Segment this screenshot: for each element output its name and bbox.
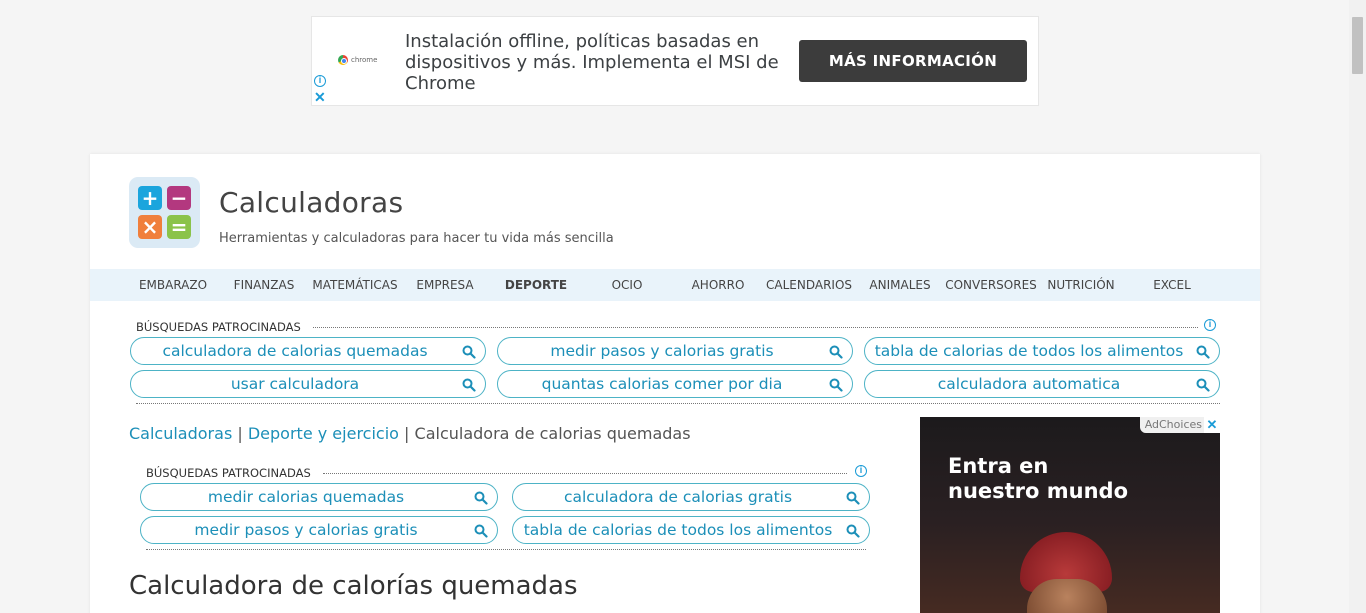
search-icon — [829, 378, 843, 392]
sponsored-search-pill[interactable]: medir calorias quemadas — [140, 483, 498, 511]
site-title[interactable]: Calculadoras — [219, 186, 403, 219]
pill-label: usar calculadora — [230, 375, 360, 393]
search-icon — [474, 491, 488, 505]
sponsored-heading: BÚSQUEDAS PATROCINADAS — [146, 466, 311, 480]
pill-label: calculadora automatica — [937, 375, 1121, 393]
nav-finanzas[interactable]: FINANZAS — [234, 269, 295, 301]
search-icon — [462, 345, 476, 359]
search-icon — [846, 524, 860, 538]
pill-label: tabla de calorias de todos los alimentos — [523, 521, 833, 539]
times-icon: × — [138, 215, 162, 239]
nav-animales[interactable]: ANIMALES — [869, 269, 930, 301]
sponsored-search-pill[interactable]: calculadora de calorias quemadas — [130, 337, 486, 365]
ad-close-icon[interactable]: ✕ — [1204, 417, 1220, 433]
breadcrumb: Calculadoras | Deporte y ejercicio | Cal… — [129, 424, 691, 443]
sponsored-bottom-divider — [136, 403, 1220, 404]
sponsored-search-pill[interactable]: medir pasos y calorias gratis — [497, 337, 853, 365]
ad-headline-line1: Entra en — [948, 454, 1049, 478]
adchoices-label[interactable]: AdChoices — [1139, 417, 1204, 433]
pill-label: tabla de calorias de todos los alimentos — [874, 342, 1184, 360]
sponsored-search-pill[interactable]: tabla de calorias de todos los alimentos — [864, 337, 1220, 365]
ad-image-face — [1027, 579, 1107, 613]
plus-icon: + — [138, 186, 162, 210]
pill-label: medir pasos y calorias gratis — [550, 342, 774, 360]
nav-ocio[interactable]: OCIO — [612, 269, 643, 301]
nav-nutricion[interactable]: NUTRICIÓN — [1047, 269, 1114, 301]
nav-matematicas[interactable]: MATEMÁTICAS — [312, 269, 397, 301]
sponsored-info-icon[interactable]: i — [855, 465, 867, 477]
ad-close-icon[interactable]: ✕ — [314, 90, 326, 104]
sponsored-divider — [323, 473, 847, 474]
chrome-logo: chrome — [338, 55, 377, 65]
pill-label: quantas calorias comer por dia — [541, 375, 783, 393]
sponsored-heading: BÚSQUEDAS PATROCINADAS — [136, 320, 301, 334]
pill-label: calculadora de calorias quemadas — [162, 342, 428, 360]
sponsored-search-pill[interactable]: usar calculadora — [130, 370, 486, 398]
pill-label: medir calorias quemadas — [207, 488, 405, 506]
breadcrumb-deporte[interactable]: Deporte y ejercicio — [248, 424, 399, 443]
minus-icon: − — [167, 186, 191, 210]
sponsored-search-pill[interactable]: quantas calorias comer por dia — [497, 370, 853, 398]
sponsored-divider — [313, 327, 1198, 328]
nav-calendarios[interactable]: CALENDARIOS — [766, 269, 852, 301]
ad-info-icon[interactable]: i — [314, 75, 326, 87]
top-banner-ad[interactable]: chrome Instalación offline, políticas ba… — [311, 16, 1039, 106]
breadcrumb-current: Calculadora de calorias quemadas — [414, 424, 691, 443]
sponsored-search-pill[interactable]: tabla de calorias de todos los alimentos — [512, 516, 870, 544]
sponsored-search-pill[interactable]: medir pasos y calorias gratis — [140, 516, 498, 544]
chrome-icon — [338, 55, 348, 65]
more-info-button[interactable]: MÁS INFORMACIÓN — [799, 40, 1027, 82]
ad-headline[interactable]: Entra en nuestro mundo — [948, 454, 1128, 504]
search-icon — [474, 524, 488, 538]
pill-label: medir pasos y calorias gratis — [194, 521, 418, 539]
site-subtitle: Herramientas y calculadoras para hacer t… — [219, 231, 614, 246]
main-nav: EMBARAZO FINANZAS MATEMÁTICAS EMPRESA DE… — [90, 269, 1260, 301]
main-content-card: + − × = Calculadoras Herramientas y calc… — [90, 154, 1260, 613]
site-logo[interactable]: + − × = — [129, 177, 200, 248]
breadcrumb-separator: | — [404, 424, 410, 443]
sponsored-search-pill[interactable]: calculadora automatica — [864, 370, 1220, 398]
scrollbar-thumb[interactable] — [1352, 17, 1363, 74]
nav-embarazo[interactable]: EMBARAZO — [139, 269, 207, 301]
breadcrumb-separator: | — [237, 424, 243, 443]
search-icon — [1196, 345, 1210, 359]
nav-conversores[interactable]: CONVERSORES — [945, 269, 1037, 301]
sponsored-bottom-divider — [146, 549, 866, 550]
search-icon — [462, 378, 476, 392]
nav-deporte[interactable]: DEPORTE — [505, 269, 567, 301]
page-title: Calculadora de calorías quemadas — [129, 571, 578, 601]
breadcrumb-calculadoras[interactable]: Calculadoras — [129, 424, 232, 443]
nav-empresa[interactable]: EMPRESA — [416, 269, 473, 301]
search-icon — [846, 491, 860, 505]
sponsored-info-icon[interactable]: i — [1204, 319, 1216, 331]
pill-label: calculadora de calorias gratis — [563, 488, 793, 506]
page-scrollbar[interactable] — [1349, 0, 1366, 613]
chrome-wordmark: chrome — [351, 56, 378, 64]
search-icon — [1196, 378, 1210, 392]
equals-icon: = — [167, 215, 191, 239]
side-display-ad[interactable]: Entra en nuestro mundo AdChoices ✕ — [920, 417, 1220, 613]
ad-text[interactable]: Instalación offline, políticas basadas e… — [405, 31, 785, 94]
nav-excel[interactable]: EXCEL — [1153, 269, 1191, 301]
search-icon — [829, 345, 843, 359]
nav-ahorro[interactable]: AHORRO — [692, 269, 745, 301]
ad-headline-line2: nuestro mundo — [948, 479, 1129, 503]
sponsored-search-pill[interactable]: calculadora de calorias gratis — [512, 483, 870, 511]
